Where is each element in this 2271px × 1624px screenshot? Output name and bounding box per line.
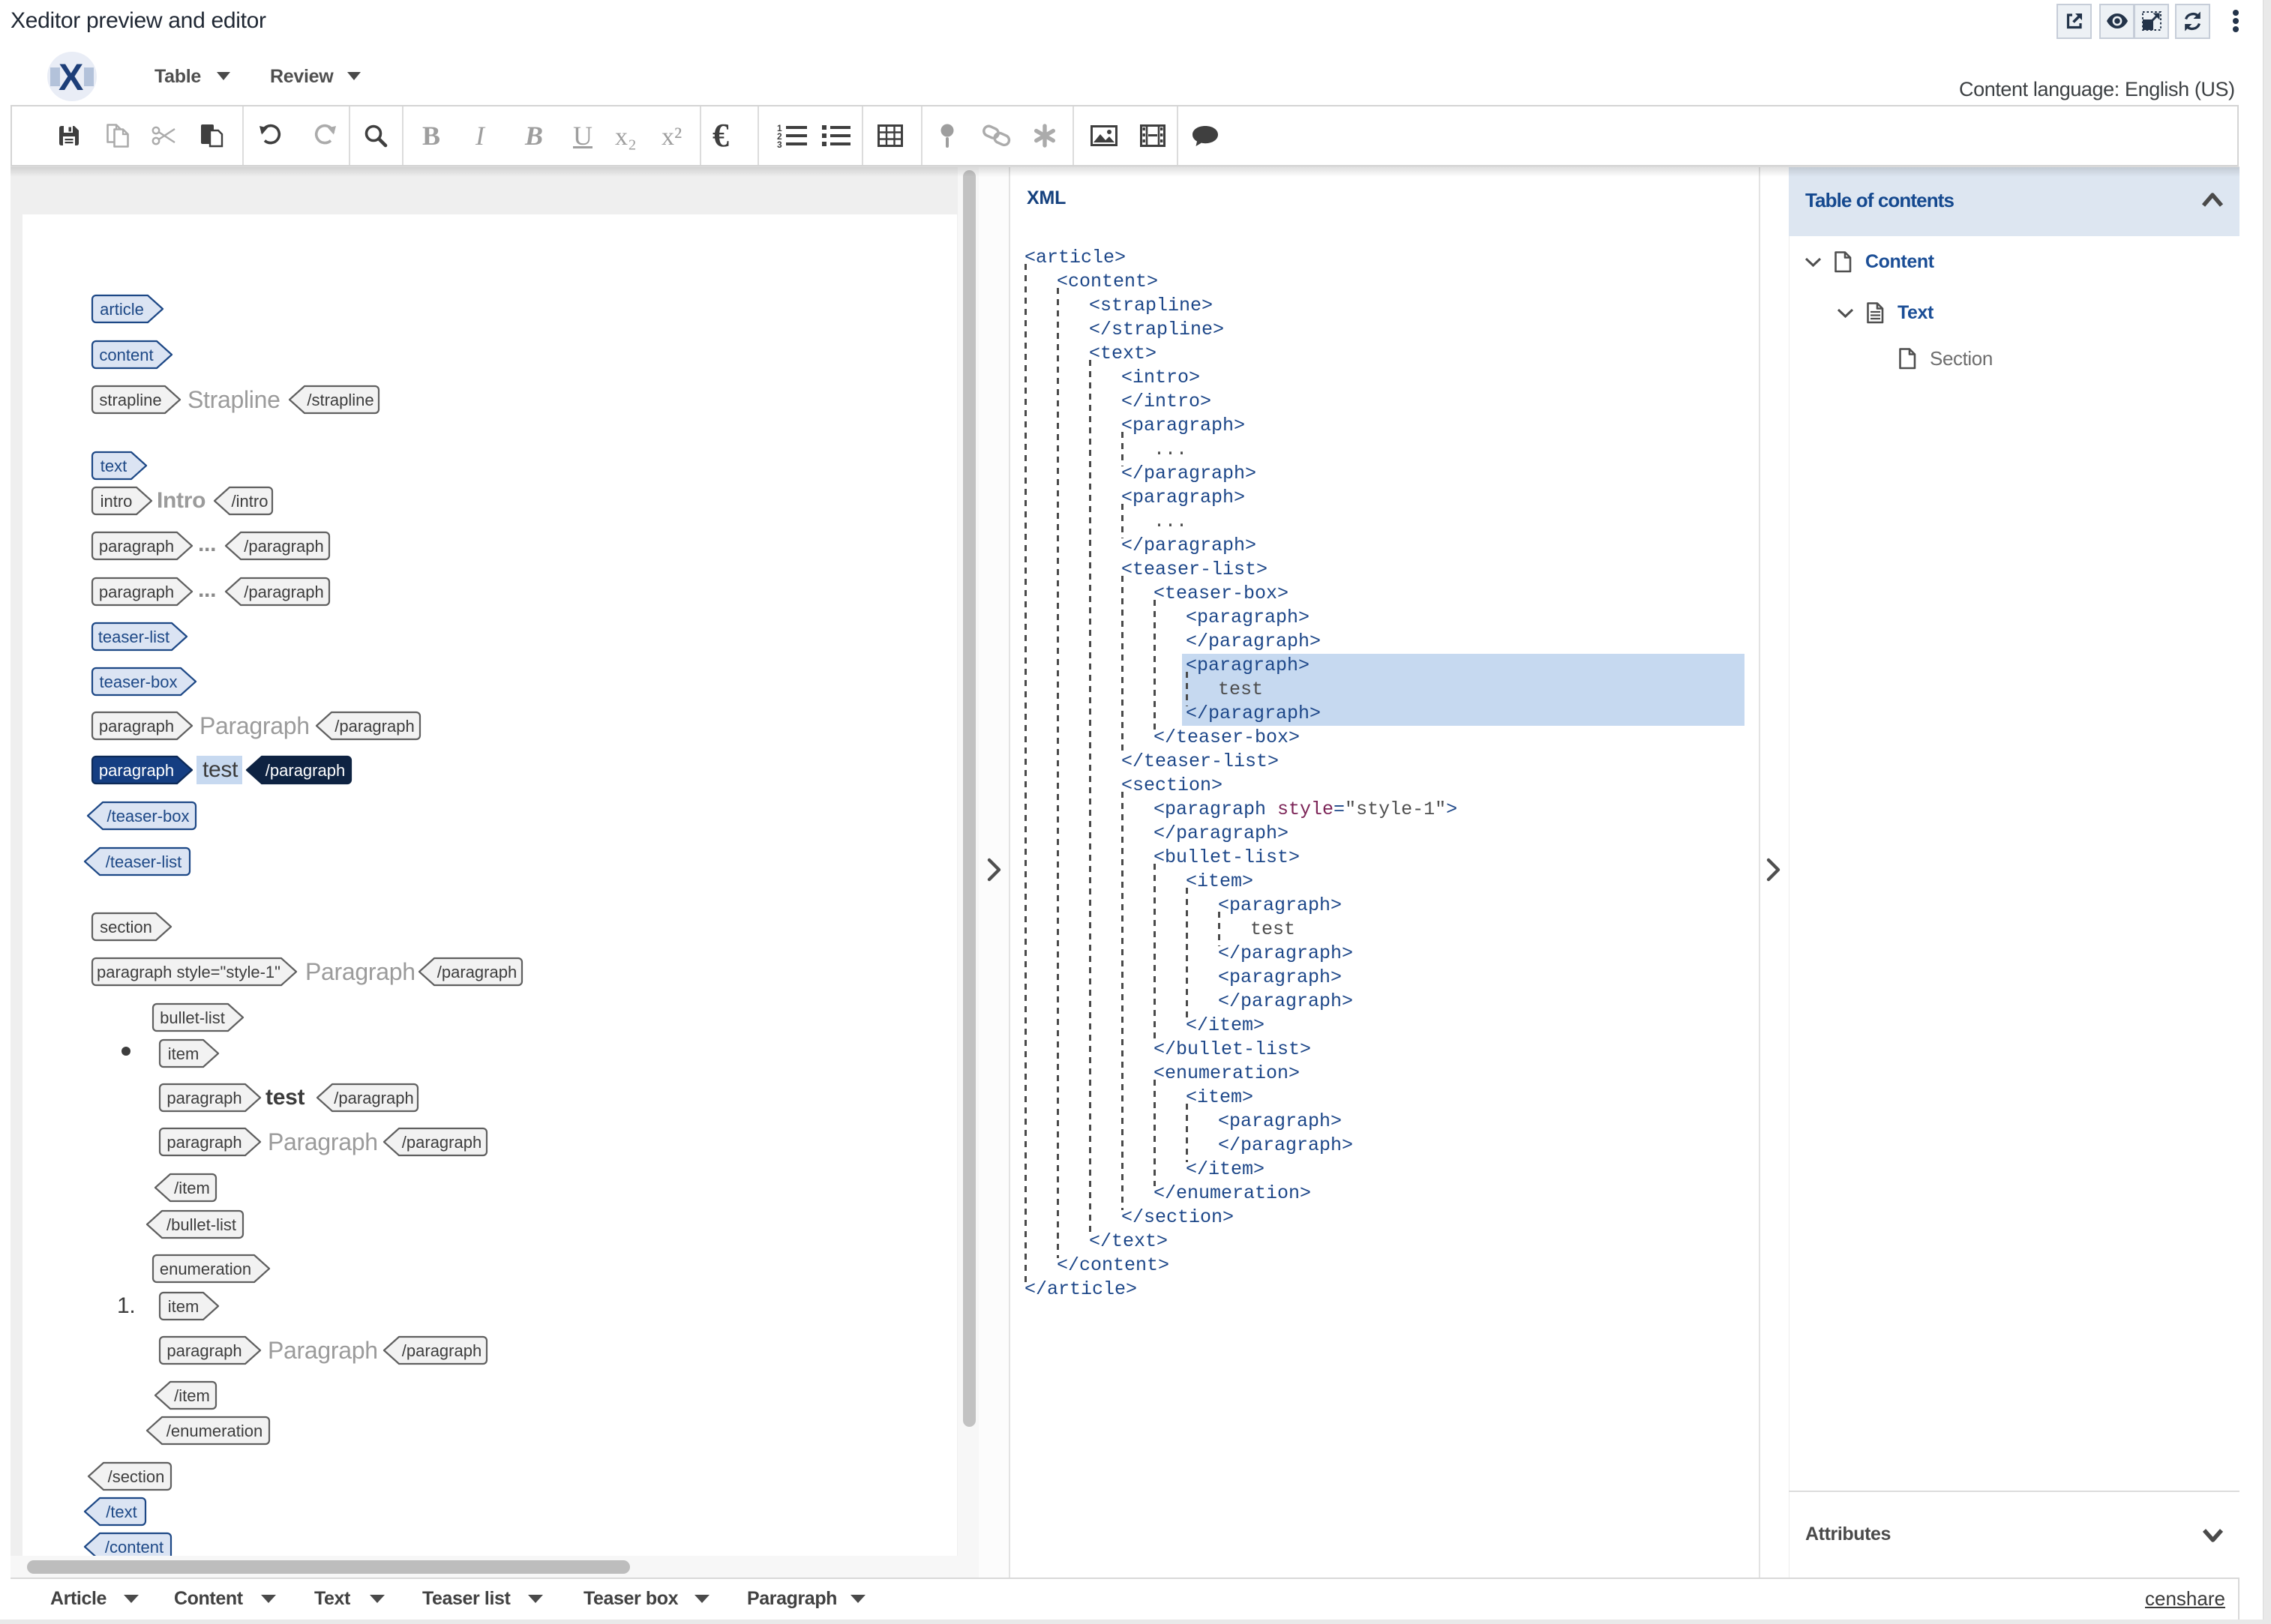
svg-text:strapline: strapline bbox=[99, 391, 161, 409]
svg-text:paragraph style="style-1": paragraph style="style-1" bbox=[97, 963, 280, 981]
svg-text:/paragraph: /paragraph bbox=[244, 537, 323, 556]
svg-text:article: article bbox=[100, 300, 144, 319]
svg-text:/text: /text bbox=[106, 1503, 137, 1521]
svg-text:item: item bbox=[168, 1297, 200, 1316]
svg-text:/section: /section bbox=[108, 1467, 165, 1486]
svg-text:intro: intro bbox=[100, 492, 133, 511]
svg-text:/intro: /intro bbox=[232, 492, 268, 511]
svg-text:/item: /item bbox=[174, 1179, 210, 1197]
svg-text:text: text bbox=[100, 457, 127, 475]
svg-text:/paragraph: /paragraph bbox=[402, 1341, 482, 1360]
svg-text:paragraph: paragraph bbox=[99, 537, 174, 556]
svg-text:paragraph: paragraph bbox=[99, 583, 174, 601]
svg-text:/content: /content bbox=[105, 1538, 164, 1557]
svg-text:/paragraph: /paragraph bbox=[334, 1089, 413, 1107]
svg-text:content: content bbox=[99, 346, 153, 364]
svg-text:enumeration: enumeration bbox=[160, 1260, 251, 1278]
svg-text:paragraph: paragraph bbox=[99, 761, 174, 780]
svg-text:bullet-list: bullet-list bbox=[160, 1008, 225, 1027]
svg-text:teaser-box: teaser-box bbox=[100, 673, 178, 691]
svg-text:/paragraph: /paragraph bbox=[402, 1133, 482, 1152]
svg-text:/paragraph: /paragraph bbox=[334, 717, 414, 736]
svg-text:teaser-list: teaser-list bbox=[98, 628, 170, 646]
svg-text:/paragraph: /paragraph bbox=[437, 963, 517, 981]
svg-text:/item: /item bbox=[174, 1386, 210, 1405]
svg-text:paragraph: paragraph bbox=[166, 1089, 242, 1107]
svg-text:/teaser-list: /teaser-list bbox=[106, 852, 182, 871]
svg-text:paragraph: paragraph bbox=[99, 717, 174, 736]
svg-text:/strapline: /strapline bbox=[307, 391, 374, 409]
svg-text:/bullet-list: /bullet-list bbox=[166, 1215, 236, 1234]
svg-text:section: section bbox=[100, 918, 152, 936]
svg-text:/enumeration: /enumeration bbox=[166, 1422, 262, 1440]
svg-text:paragraph: paragraph bbox=[166, 1133, 242, 1152]
svg-text:/paragraph: /paragraph bbox=[266, 761, 345, 780]
svg-text:/teaser-box: /teaser-box bbox=[106, 807, 189, 825]
svg-text:item: item bbox=[168, 1044, 200, 1063]
svg-text:3: 3 bbox=[777, 139, 782, 150]
svg-text:/paragraph: /paragraph bbox=[244, 583, 323, 601]
svg-text:paragraph: paragraph bbox=[166, 1341, 242, 1360]
